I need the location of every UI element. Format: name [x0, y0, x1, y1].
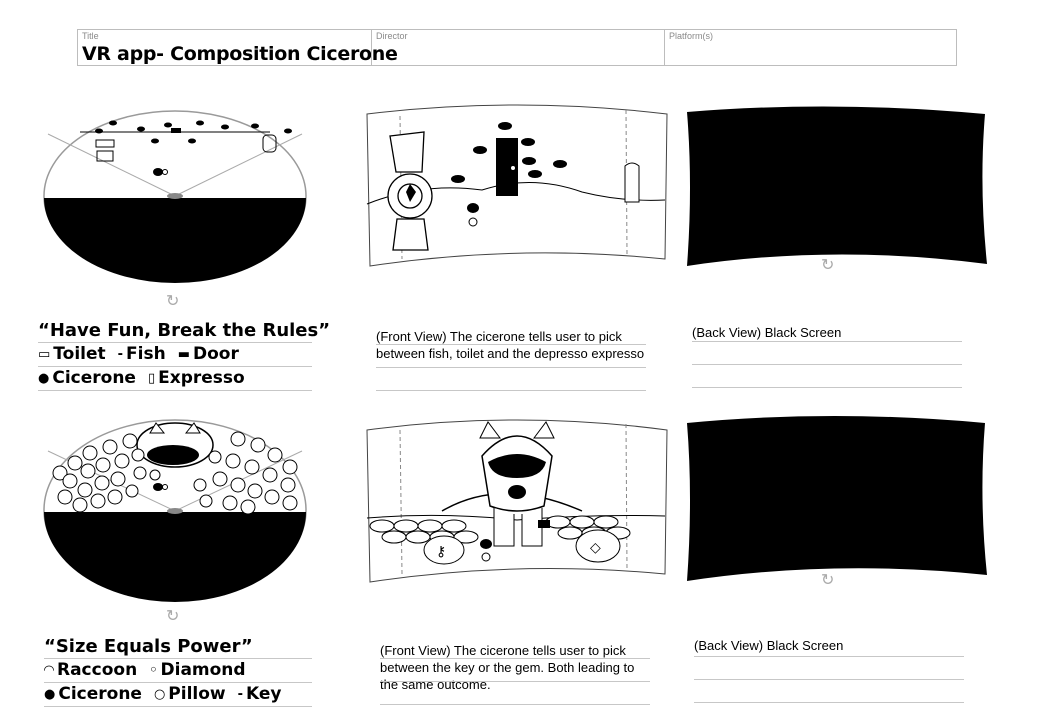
legend-item-pillow: ○ Pillow [154, 683, 226, 706]
legend-item-toilet: ▭ Toilet [38, 343, 106, 366]
diamond-icon: ◇ [575, 529, 621, 563]
legend-row: ▭ Toilet - Fish ▬ Door [38, 342, 312, 366]
cicerone-icon: ● [38, 371, 50, 386]
top-down-view-2: ↻ [43, 419, 307, 625]
raccoon-icon: ◠ [44, 663, 54, 678]
door-icon: ▬ [177, 347, 190, 362]
caption-lines-1b [692, 341, 962, 388]
rotate-icon: ↻ [821, 255, 834, 274]
legend-title: “Have Fun, Break the Rules” [38, 320, 331, 341]
front-view-1 [366, 104, 668, 267]
legend-label: Raccoon [57, 660, 138, 680]
legend-label: Toilet [53, 344, 106, 364]
back-caption-2: (Back View) Black Screen [694, 638, 844, 653]
key-icon: - [237, 687, 244, 702]
legend-2: “Size Equals Power” ◠ Raccoon ◦ Diamond ● C… [44, 636, 312, 707]
legend-row: ◠ Raccoon ◦ Diamond [44, 658, 312, 682]
back-caption-1: (Back View) Black Screen [692, 325, 842, 340]
fish-icon: - [117, 347, 124, 362]
title-value: VR app- Composition Cicerone [82, 43, 398, 65]
legend-item-raccoon: ◠ Raccoon [44, 659, 137, 682]
platform-label: Platform(s) [669, 31, 714, 41]
caption-lines-2 [380, 658, 650, 705]
toilet-icon: ▭ [38, 347, 51, 362]
director-cell: Director [371, 30, 664, 65]
diamond-icon: ◦ [149, 663, 158, 678]
svg-text:◇: ◇ [590, 540, 601, 556]
expresso-icon [624, 162, 640, 203]
director-label: Director [376, 31, 408, 41]
legend-label: Diamond [160, 660, 246, 680]
legend-row: ● Cicerone ○ Pillow - Key [44, 682, 312, 707]
rotate-icon: ↻ [821, 570, 834, 589]
title-cell: Title VR app- Composition Cicerone [78, 30, 398, 65]
legend-item-door: ▬ Door [178, 343, 239, 366]
top-down-view-1: ↻ [43, 110, 307, 310]
caption-lines-1 [376, 344, 646, 391]
rotate-icon: ↻ [166, 291, 179, 310]
legend-label: Door [193, 344, 239, 364]
legend-1: “Have Fun, Break the Rules” ▭ Toilet - Fis… [38, 320, 331, 391]
storyboard-header: Title VR app- Composition Cicerone Direc… [77, 29, 957, 66]
expresso-icon: ▯ [147, 371, 156, 386]
legend-label: Pillow [168, 684, 226, 704]
back-view-1: ↻ [687, 106, 987, 274]
legend-item-expresso: ▯ Expresso [148, 367, 245, 390]
legend-label: Key [246, 684, 282, 704]
rotate-icon: ↻ [166, 606, 179, 625]
title-label: Title [82, 31, 99, 41]
platform-cell: Platform(s) [664, 30, 956, 65]
pillow-icon: ○ [153, 687, 166, 702]
legend-label: Expresso [158, 368, 245, 388]
back-view-2: ↻ [687, 416, 987, 589]
legend-item-fish: - Fish [118, 343, 166, 366]
legend-item-diamond: ◦ Diamond [149, 659, 245, 682]
cicerone-icon: ● [44, 687, 56, 702]
legend-item-key: - Key [238, 683, 282, 706]
key-icon: ⚷ [423, 535, 465, 565]
legend-row: ● Cicerone ▯ Expresso [38, 366, 312, 391]
caption-lines-2b [694, 656, 964, 703]
legend-title: “Size Equals Power” [44, 636, 253, 657]
front-view-2: ⚷ ◇ [366, 419, 668, 583]
legend-label: Cicerone [58, 684, 142, 704]
legend-label: Cicerone [52, 368, 136, 388]
legend-item-cicerone: ● Cicerone [38, 367, 136, 390]
legend-item-cicerone: ● Cicerone [44, 683, 142, 706]
door-icon [496, 138, 518, 196]
raccoon-icon [136, 422, 214, 468]
legend-label: Fish [126, 344, 166, 364]
svg-text:⚷: ⚷ [436, 544, 446, 560]
